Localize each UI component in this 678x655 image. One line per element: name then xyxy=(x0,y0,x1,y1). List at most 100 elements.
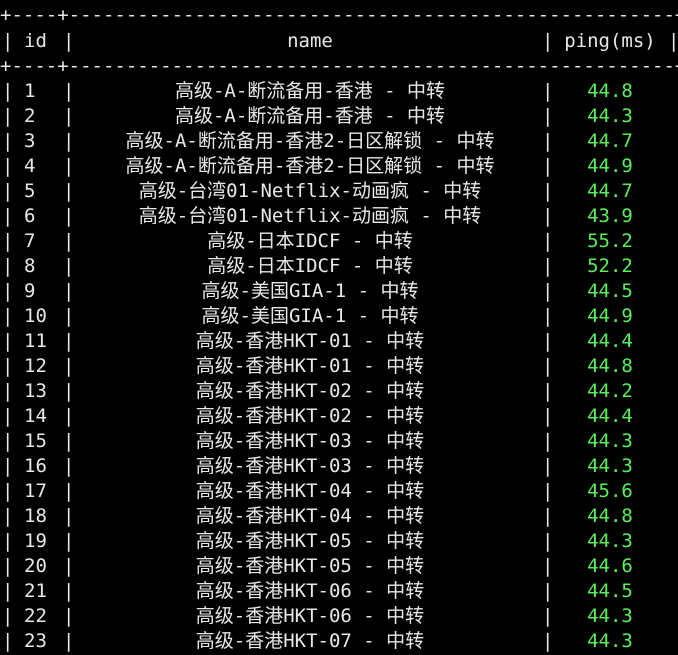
column-separator: | xyxy=(542,405,554,427)
row-name: 高级-香港HKT-02 - 中转 xyxy=(195,405,425,427)
column-separator: | xyxy=(2,155,14,177)
row-name: 高级-香港HKT-01 - 中转 xyxy=(195,330,425,352)
row-id: 23 xyxy=(24,630,47,652)
table-header-row: | id | name | ping(ms) | xyxy=(0,29,678,54)
row-name: 高级-香港HKT-06 - 中转 xyxy=(195,605,425,627)
column-separator: | xyxy=(2,30,14,52)
row-id: 15 xyxy=(24,430,47,452)
row-id: 1 xyxy=(24,80,36,102)
row-name: 高级-香港HKT-01 - 中转 xyxy=(195,355,425,377)
table-row: | 11 | 高级-香港HKT-01 - 中转 | 44.4 xyxy=(0,329,678,354)
row-name: 高级-香港HKT-02 - 中转 xyxy=(195,380,425,402)
row-ping: 44.3 xyxy=(587,105,633,127)
row-id: 10 xyxy=(24,305,47,327)
row-name: 高级-A-断流备用-香港2-日区解锁 - 中转 xyxy=(125,130,495,152)
table-row: | 19 | 高级-香港HKT-05 - 中转 | 44.3 xyxy=(0,529,678,554)
column-separator: | xyxy=(542,205,554,227)
table-row: | 1 | 高级-A-断流备用-香港 - 中转 | 44.8 xyxy=(0,79,678,104)
header-ping: ping(ms) xyxy=(564,30,656,52)
table-row: | 2 | 高级-A-断流备用-香港 - 中转 | 44.3 xyxy=(0,104,678,129)
table-row: | 6 | 高级-台湾01-Netflix-动画疯 - 中转 | 43.9 xyxy=(0,204,678,229)
column-separator: | xyxy=(542,355,554,377)
column-separator: | xyxy=(542,505,554,527)
column-separator: | xyxy=(542,530,554,552)
row-id: 11 xyxy=(24,330,47,352)
column-separator: | xyxy=(542,555,554,577)
column-separator: | xyxy=(2,505,14,527)
row-ping: 44.3 xyxy=(587,530,633,552)
column-separator: | xyxy=(542,305,554,327)
row-ping: 44.5 xyxy=(587,580,633,602)
row-name: 高级-A-断流备用-香港 - 中转 xyxy=(174,105,446,127)
column-separator: | xyxy=(2,480,14,502)
row-id: 9 xyxy=(24,280,36,302)
column-separator: | xyxy=(2,580,14,602)
row-name: 高级-台湾01-Netflix-动画疯 - 中转 xyxy=(138,205,482,227)
row-ping: 44.7 xyxy=(587,180,633,202)
column-separator: | xyxy=(542,105,554,127)
table-row: | 18 | 高级-香港HKT-04 - 中转 | 44.8 xyxy=(0,504,678,529)
column-separator: | xyxy=(2,80,14,102)
row-id: 2 xyxy=(24,105,36,127)
column-separator: | xyxy=(2,205,14,227)
row-ping: 44.8 xyxy=(587,505,633,527)
column-separator: | xyxy=(2,355,14,377)
header-id: id xyxy=(24,30,47,52)
row-name: 高级-台湾01-Netflix-动画疯 - 中转 xyxy=(138,180,482,202)
table-row: | 8 | 高级-日本IDCF - 中转 | 52.2 xyxy=(0,254,678,279)
table-row: | 21 | 高级-香港HKT-06 - 中转 | 44.5 xyxy=(0,579,678,604)
column-separator: | xyxy=(2,430,14,452)
row-id: 20 xyxy=(24,555,47,577)
row-ping: 55.2 xyxy=(587,230,633,252)
row-ping: 44.8 xyxy=(587,355,633,377)
row-id: 17 xyxy=(24,480,47,502)
row-id: 12 xyxy=(24,355,47,377)
column-separator: | xyxy=(2,380,14,402)
column-separator: | xyxy=(542,255,554,277)
terminal-window[interactable]: +----+----------------------------------… xyxy=(0,0,678,655)
row-name: 高级-A-断流备用-香港 - 中转 xyxy=(174,80,446,102)
column-separator: | xyxy=(668,30,678,52)
row-id: 6 xyxy=(24,205,36,227)
row-name: 高级-香港HKT-03 - 中转 xyxy=(195,430,425,452)
table-row: | 17 | 高级-香港HKT-04 - 中转 | 45.6 xyxy=(0,479,678,504)
column-separator: | xyxy=(2,230,14,252)
row-ping: 44.3 xyxy=(587,605,633,627)
column-separator: | xyxy=(542,455,554,477)
row-name: 高级-美国GIA-1 - 中转 xyxy=(201,280,419,302)
row-id: 14 xyxy=(24,405,47,427)
row-name: 高级-香港HKT-07 - 中转 xyxy=(195,630,425,652)
column-separator: | xyxy=(2,630,14,652)
column-separator: | xyxy=(2,555,14,577)
column-separator: | xyxy=(2,605,14,627)
row-ping: 44.8 xyxy=(587,80,633,102)
column-separator: | xyxy=(542,580,554,602)
row-ping: 44.3 xyxy=(587,455,633,477)
row-name: 高级-香港HKT-03 - 中转 xyxy=(195,455,425,477)
column-separator: | xyxy=(542,480,554,502)
table-header-border: +----+----------------------------------… xyxy=(0,55,678,77)
table-row: | 14 | 高级-香港HKT-02 - 中转 | 44.4 xyxy=(0,404,678,429)
row-id: 18 xyxy=(24,505,47,527)
row-ping: 45.6 xyxy=(587,480,633,502)
row-id: 21 xyxy=(24,580,47,602)
column-separator: | xyxy=(542,605,554,627)
row-name: 高级-香港HKT-04 - 中转 xyxy=(195,505,425,527)
column-separator: | xyxy=(542,430,554,452)
column-separator: | xyxy=(2,255,14,277)
column-separator: | xyxy=(542,630,554,652)
row-name: 高级-香港HKT-05 - 中转 xyxy=(195,530,425,552)
column-separator: | xyxy=(2,130,14,152)
table-row: | 16 | 高级-香港HKT-03 - 中转 | 44.3 xyxy=(0,454,678,479)
row-ping: 44.3 xyxy=(587,430,633,452)
row-name: 高级-香港HKT-05 - 中转 xyxy=(195,555,425,577)
row-name: 高级-日本IDCF - 中转 xyxy=(207,255,413,277)
table-row: | 23 | 高级-香港HKT-07 - 中转 | 44.3 xyxy=(0,629,678,654)
table-row: | 10 | 高级-美国GIA-1 - 中转 | 44.9 xyxy=(0,304,678,329)
column-separator: | xyxy=(2,530,14,552)
table-row: | 22 | 高级-香港HKT-06 - 中转 | 44.3 xyxy=(0,604,678,629)
row-id: 5 xyxy=(24,180,36,202)
row-ping: 44.9 xyxy=(587,305,633,327)
table-row: | 7 | 高级-日本IDCF - 中转 | 55.2 xyxy=(0,229,678,254)
row-id: 7 xyxy=(24,230,36,252)
